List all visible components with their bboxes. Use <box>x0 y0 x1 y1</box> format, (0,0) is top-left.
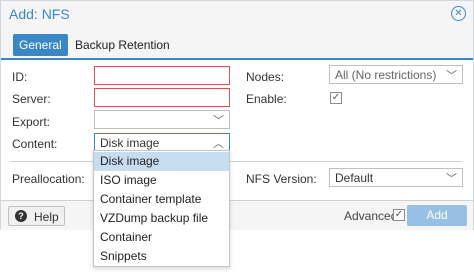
content-option-iso-image[interactable]: ISO image <box>94 171 229 190</box>
section-divider <box>10 161 462 162</box>
preallocation-label: Preallocation: <box>12 172 85 186</box>
content-value: Disk image <box>100 136 160 150</box>
close-icon[interactable]: ✕ <box>451 6 466 21</box>
id-input[interactable] <box>94 66 230 85</box>
server-label: Server: <box>12 92 51 106</box>
tab-backup-retention[interactable]: Backup Retention <box>69 34 176 56</box>
content-dropdown-list: Disk image ISO image Container template … <box>93 150 230 267</box>
tab-bar: General Backup Retention <box>1 27 473 60</box>
content-option-container[interactable]: Container <box>94 228 229 247</box>
dialog-title: Add: NFS <box>9 6 70 22</box>
enable-checkbox[interactable]: ✓ <box>330 92 342 104</box>
nfs-version-select[interactable]: Default ﹀ <box>329 168 463 187</box>
dialog-titlebar: Add: NFS ✕ <box>1 1 473 27</box>
content-option-disk-image[interactable]: Disk image <box>94 152 229 171</box>
server-input[interactable] <box>94 88 230 107</box>
add-button[interactable]: Add <box>407 205 467 226</box>
help-button[interactable]: ? Help <box>8 206 65 226</box>
dialog-footer: ? Help Advanced ✓ Add <box>1 200 473 230</box>
help-label: Help <box>34 210 59 224</box>
content-option-container-template[interactable]: Container template <box>94 190 229 209</box>
export-select[interactable]: ﹀ <box>94 110 230 129</box>
export-label: Export: <box>12 115 51 129</box>
id-label: ID: <box>12 70 28 84</box>
chevron-up-icon[interactable]: ︿ <box>213 135 224 151</box>
enable-label: Enable: <box>246 92 287 106</box>
advanced-checkbox[interactable]: ✓ <box>393 209 405 221</box>
nodes-value: All (No restrictions) <box>335 68 437 82</box>
content-label: Content: <box>12 137 58 151</box>
tab-general[interactable]: General <box>13 34 68 56</box>
content-option-snippets[interactable]: Snippets <box>94 247 229 266</box>
nodes-select[interactable]: All (No restrictions) ﹀ <box>329 65 463 84</box>
add-nfs-dialog: Add: NFS ✕ General Backup Retention ID: … <box>0 0 474 230</box>
content-option-vzdump-backup-file[interactable]: VZDump backup file <box>94 209 229 228</box>
help-icon: ? <box>15 210 27 222</box>
advanced-label: Advanced <box>344 209 398 223</box>
nodes-label: Nodes: <box>246 70 285 84</box>
nfs-version-label: NFS Version: <box>246 172 317 186</box>
chevron-down-icon[interactable]: ﹀ <box>213 112 224 128</box>
nfs-version-value: Default <box>335 171 374 185</box>
chevron-down-icon[interactable]: ﹀ <box>446 67 457 83</box>
chevron-down-icon[interactable]: ﹀ <box>446 170 457 186</box>
